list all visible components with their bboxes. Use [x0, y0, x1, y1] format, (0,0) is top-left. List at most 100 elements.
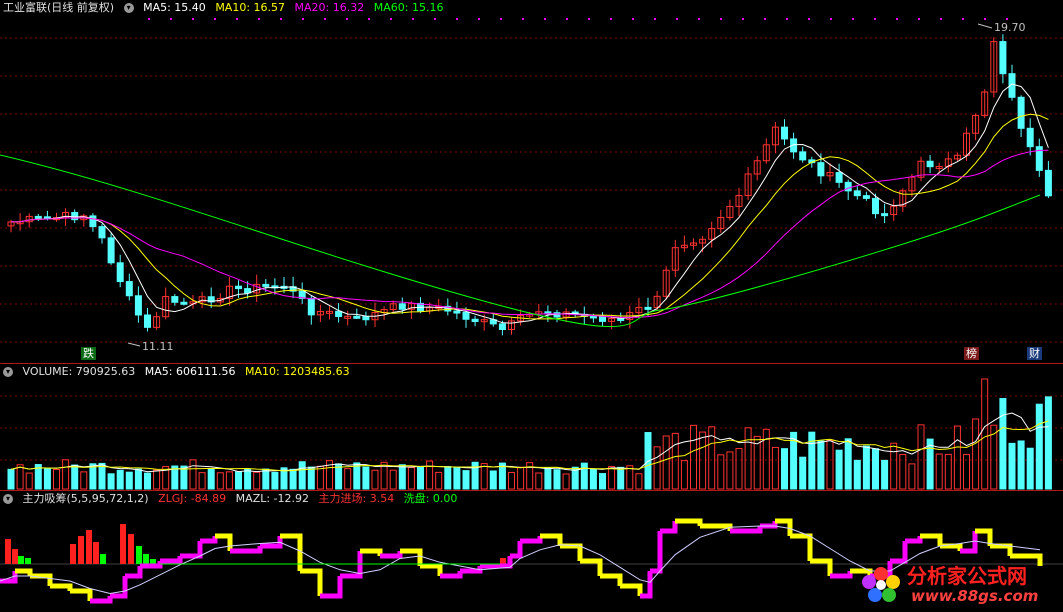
histogram-bar: [138, 546, 139, 564]
histogram-bar: [83, 536, 84, 564]
event-tag-fall[interactable]: 跌: [81, 347, 96, 360]
volume-bar: [480, 463, 488, 490]
histogram-bar: [91, 530, 92, 564]
histogram-bar: [131, 534, 132, 564]
marker-dot: [962, 18, 964, 20]
watermark-url: www.88gs.com: [911, 587, 1039, 605]
volume-panel[interactable]: ▾ VOLUME: 790925.63 MA5: 606111.56 MA10:…: [0, 364, 1063, 490]
dropdown-icon[interactable]: ▾: [123, 3, 134, 13]
volume-bar: [398, 464, 406, 490]
volume-bar: [1044, 396, 1052, 490]
dropdown-icon[interactable]: ▾: [3, 494, 13, 504]
histogram-bar: [155, 559, 156, 564]
volume-bar: [116, 469, 124, 490]
histogram-bar: [95, 542, 96, 564]
high-pointer: [977, 23, 993, 29]
event-tag-finance[interactable]: 财: [1027, 347, 1042, 360]
volume-bar: [435, 471, 443, 490]
zlgj-step-line: [70, 588, 93, 601]
zlgj-step-line: [790, 533, 813, 561]
volume-bar: [444, 466, 452, 490]
volume-bar: [307, 466, 315, 490]
zlgj-step-line: [600, 573, 623, 586]
candle-body: [498, 323, 506, 331]
histogram-bar: [133, 534, 134, 564]
candle-body: [453, 310, 461, 314]
marker-dot: [192, 18, 194, 20]
volume-bar: [316, 465, 324, 490]
volume-bar: [25, 472, 33, 490]
histogram-bar: [105, 554, 106, 564]
volume-bar: [653, 446, 661, 490]
zlgj-step-line: [260, 536, 283, 549]
histogram-bar: [150, 559, 151, 564]
volume-bar: [7, 468, 15, 490]
volume-bar: [125, 471, 133, 490]
candle-body: [125, 281, 133, 297]
watermark-name: 分析家公式网: [907, 564, 1027, 588]
volume-bar: [389, 469, 397, 490]
histogram-bar: [102, 554, 103, 564]
dropdown-icon[interactable]: ▾: [3, 367, 13, 377]
low-pointer: [127, 342, 141, 347]
kline-panel[interactable]: 工业富联(日线 前复权) ▾ MA5: 15.40 MA10: 16.57 MA…: [0, 0, 1063, 363]
histogram-bar: [504, 558, 505, 564]
volume-bar: [917, 424, 925, 490]
volume-bar: [508, 471, 515, 490]
volume-bar: [107, 473, 115, 490]
volume-bar: [362, 466, 370, 490]
zlgj-step-line: [620, 583, 643, 596]
histogram-bar: [30, 558, 31, 564]
histogram-bar: [15, 549, 16, 564]
indicator-panel[interactable]: ▾ 主力吸筹(5,5,95,72,1,2) ZLGJ: -84.89 MAZL:…: [0, 491, 1063, 612]
volume-bar: [253, 471, 261, 490]
zlgj-step-line: [440, 571, 463, 579]
volume-bar: [680, 460, 688, 490]
volume-bar: [298, 461, 306, 490]
candle-body: [262, 283, 270, 287]
histogram-bar: [96, 542, 97, 564]
volume-bar: [890, 442, 898, 490]
volume-bar: [244, 468, 252, 490]
zlgj-step-line: [90, 596, 113, 604]
histogram-bar: [10, 539, 11, 564]
candle-body: [107, 237, 115, 264]
volume-bar: [817, 440, 825, 490]
histogram-bar: [128, 534, 129, 564]
histogram-bar: [101, 554, 102, 564]
histogram-bar: [122, 524, 123, 564]
volume-bar: [417, 466, 424, 490]
volume-bar: [853, 459, 861, 490]
candle-body: [853, 190, 861, 197]
zlgj-step-line: [920, 533, 943, 546]
event-tag-rank[interactable]: 榜: [964, 347, 979, 360]
volume-bar: [353, 462, 361, 490]
histogram-bar: [7, 539, 8, 564]
histogram-bar: [29, 558, 30, 564]
histogram-bar: [146, 554, 147, 564]
ma5-line: [10, 83, 1049, 324]
candle-body: [999, 41, 1007, 75]
kline-chart[interactable]: [0, 0, 1063, 363]
candle-body: [89, 215, 97, 228]
candle-body: [398, 303, 406, 310]
marker-dot: [742, 18, 744, 20]
marker-dot: [324, 18, 326, 20]
marker-dot: [1006, 18, 1008, 20]
volume-bar: [580, 462, 588, 490]
candle-body: [362, 316, 370, 321]
zlgj-step-line: [280, 533, 303, 571]
candle-body: [881, 213, 889, 217]
volume-bar: [289, 468, 297, 490]
histogram-bar: [98, 542, 99, 564]
volume-bar: [98, 462, 106, 490]
zlgj-step-line: [990, 543, 1013, 556]
histogram-bar: [137, 546, 138, 564]
marker-dot: [654, 18, 656, 20]
volume-bar: [453, 467, 461, 490]
histogram-bar: [151, 559, 152, 564]
volume-bar: [198, 472, 206, 490]
histogram-bar: [153, 559, 154, 564]
volume-chart[interactable]: [0, 364, 1063, 490]
marker-dot: [346, 18, 348, 20]
